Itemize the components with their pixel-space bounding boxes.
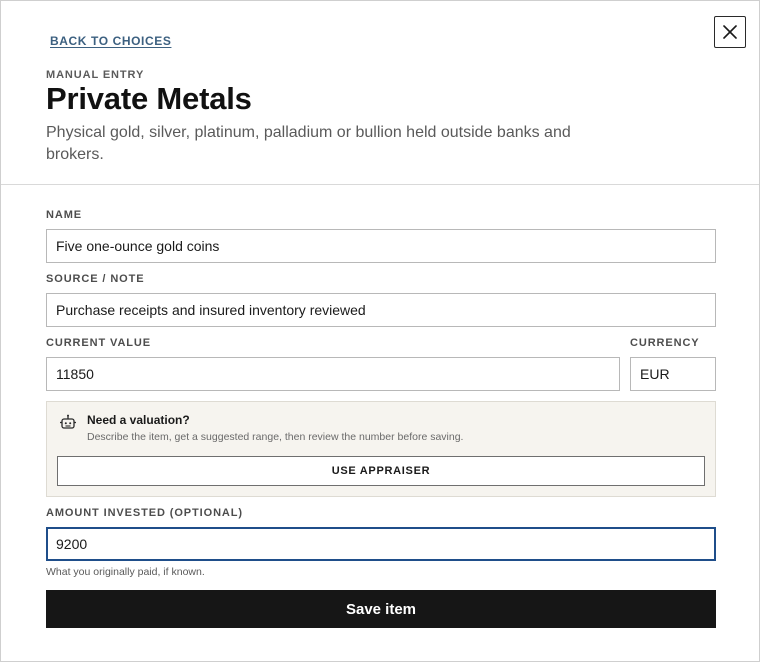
source-note-label: SOURCE / NOTE xyxy=(46,273,145,285)
current-value-label: CURRENT VALUE xyxy=(46,337,151,349)
amount-invested-label: AMOUNT INVESTED (OPTIONAL) xyxy=(46,507,243,519)
appraiser-description: Describe the item, get a suggested range… xyxy=(87,431,464,443)
eyebrow-label: MANUAL ENTRY xyxy=(46,69,145,81)
close-button[interactable] xyxy=(714,16,746,48)
name-label: NAME xyxy=(46,209,82,221)
page-title: Private Metals xyxy=(46,81,252,116)
save-item-button[interactable]: Save item xyxy=(46,590,716,628)
use-appraiser-button[interactable]: USE APPRAISER xyxy=(57,456,705,486)
current-value-input[interactable] xyxy=(46,357,620,391)
close-icon xyxy=(723,25,737,39)
add-asset-modal: BACK TO CHOICES MANUAL ENTRY Private Met… xyxy=(0,0,760,662)
robot-icon xyxy=(60,414,76,429)
name-input[interactable] xyxy=(46,229,716,263)
back-to-choices-link[interactable]: BACK TO CHOICES xyxy=(50,34,171,48)
source-note-input[interactable] xyxy=(46,293,716,327)
amount-invested-input[interactable] xyxy=(46,527,716,561)
appraiser-panel: Need a valuation? Describe the item, get… xyxy=(46,401,716,497)
currency-label: CURRENCY xyxy=(630,337,700,349)
modal-header: BACK TO CHOICES MANUAL ENTRY Private Met… xyxy=(1,1,759,185)
amount-invested-hint: What you originally paid, if known. xyxy=(46,566,205,578)
appraiser-title: Need a valuation? xyxy=(87,413,190,427)
currency-input[interactable] xyxy=(630,357,716,391)
page-subtitle: Physical gold, silver, platinum, palladi… xyxy=(46,124,571,163)
